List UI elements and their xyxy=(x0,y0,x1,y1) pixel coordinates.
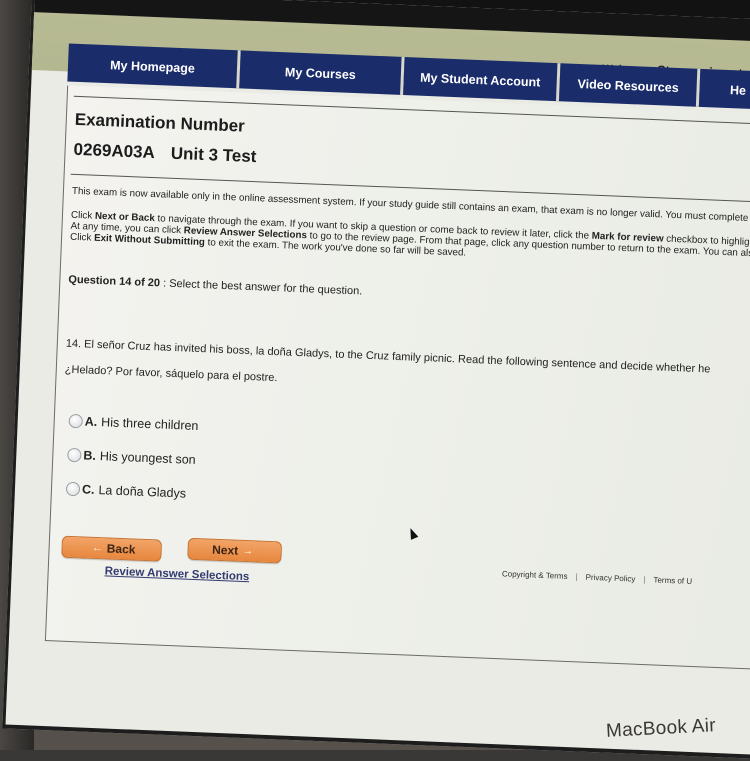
mouse-cursor-icon xyxy=(406,526,419,540)
separator: | xyxy=(575,572,578,582)
radio-button[interactable] xyxy=(68,413,84,429)
browser-screen: Welcome: Steven.pimentel [ Lo My Homepag… xyxy=(2,0,750,761)
option-letter: C. xyxy=(81,482,95,497)
option-letter: A. xyxy=(84,414,98,429)
nav-tab-help[interactable]: He xyxy=(698,68,750,111)
back-button[interactable]: ← Back xyxy=(61,535,163,562)
radio-button[interactable] xyxy=(67,447,82,463)
next-button[interactable]: Next → xyxy=(187,537,283,564)
radio-button[interactable] xyxy=(65,481,81,497)
option-text: His youngest son xyxy=(99,449,196,467)
answer-option-b[interactable]: B. His youngest son xyxy=(67,447,196,467)
nav-tab-my-courses[interactable]: My Courses xyxy=(239,50,405,95)
review-answer-selections-link[interactable]: Review Answer Selections xyxy=(104,565,249,583)
back-label: Back xyxy=(106,541,136,557)
arrow-right-icon: → xyxy=(241,544,254,558)
question-header: Question 14 of 20 : Select the best answ… xyxy=(68,274,362,298)
nav-tab-my-homepage[interactable]: My Homepage xyxy=(67,43,241,89)
info-text: Click xyxy=(69,231,95,244)
question-instruction: : Select the best answer for the questio… xyxy=(159,277,363,298)
option-letter: B. xyxy=(83,448,97,463)
nav-tab-my-student-account[interactable]: My Student Account xyxy=(403,57,561,102)
exam-subtitle: 0269A03A Unit 3 Test xyxy=(73,140,257,167)
nav-tab-video-resources[interactable]: Video Resources xyxy=(558,63,701,107)
arrow-left-icon: ← xyxy=(91,541,104,555)
answer-option-c[interactable]: C. La doña Gladys xyxy=(65,481,187,501)
next-label: Next xyxy=(211,542,239,558)
exam-name: Unit 3 Test xyxy=(170,143,257,167)
option-text: La doña Gladys xyxy=(98,483,187,501)
exam-number: 0269A03A xyxy=(73,139,156,163)
question-sentence: ¿Helado? Por favor, sáquelo para el post… xyxy=(64,363,278,385)
answer-option-a[interactable]: A. His three children xyxy=(68,413,199,434)
question-counter: Question 14 of 20 xyxy=(68,273,161,290)
separator: | xyxy=(643,575,646,585)
exam-title: Examination Number xyxy=(74,109,246,136)
option-text: His three children xyxy=(100,415,199,434)
terms-link[interactable]: Terms of U xyxy=(653,575,692,586)
